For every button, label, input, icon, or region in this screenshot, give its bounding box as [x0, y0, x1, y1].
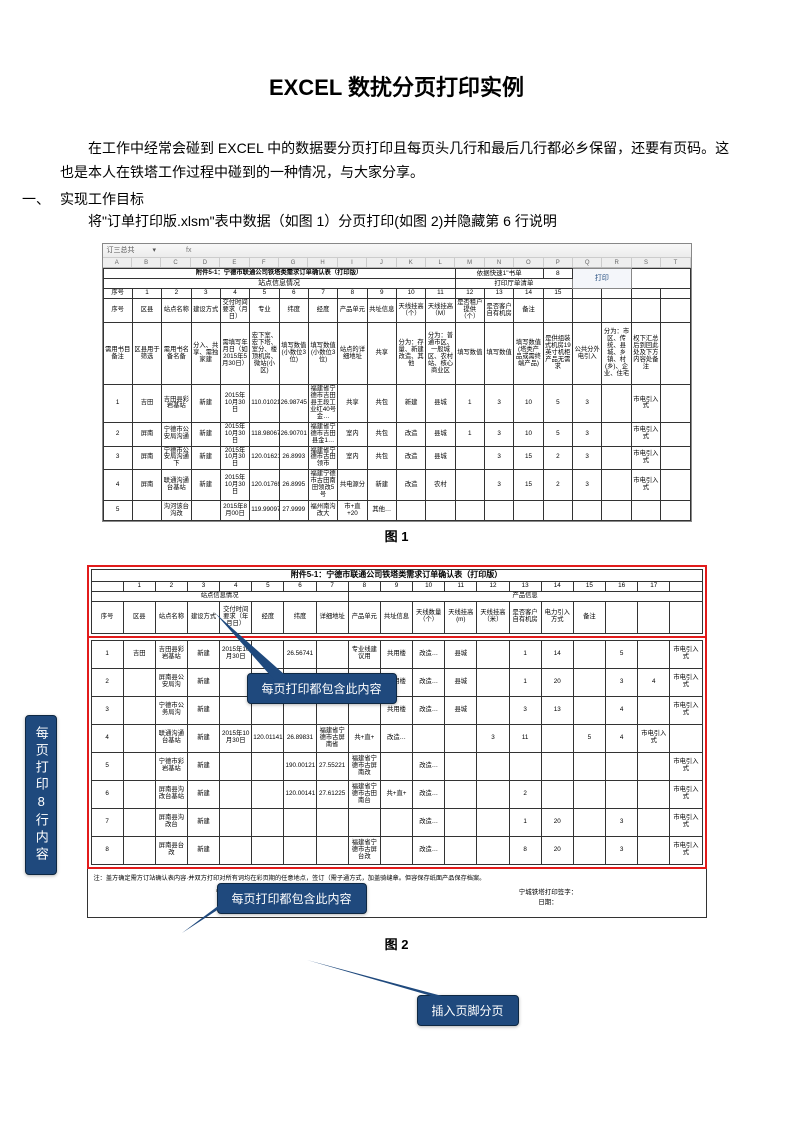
- callout-footer-repeat: 每页打印都包含此内容: [217, 883, 367, 914]
- callout-left: 每页打印8行内容: [25, 715, 57, 875]
- fig2-body-redbox: 1吉田吉田县彩岩基站新建2015年10月30日26.56741专业线建议用共用楼…: [87, 636, 707, 869]
- callout-insert-footer: 插入页脚分页: [417, 995, 519, 1026]
- section-label: 实现工作目标: [60, 189, 144, 209]
- fig2-caption: 图 2: [60, 934, 733, 953]
- doc-title: EXCEL 数扰分页打印实例: [60, 70, 733, 102]
- excel-formula-bar: 订三总共 ▾ fx: [103, 244, 691, 258]
- intro-paragraph: 在工作中经常会碰到 EXCEL 中的数据要分页打印且每页头几行和最后几行都必乡保…: [60, 137, 733, 185]
- fig1-table: 附件5-1：宁德市联通公司铁塔类需求订单确认表（打印版） 依据快速1"书单 8 …: [103, 268, 691, 521]
- section-body: 将"订单打印版.xlsm"表中数据（如图 1）分页打印(如图 2)并隐藏第 6 …: [60, 211, 733, 231]
- fig2-header-redbox: 附件5-1：宁德市联通公司铁塔类需求订单确认表（打印版） 12345678910…: [87, 565, 707, 638]
- fig2-footer: 注：盖方确定需方订站确认表内容·并双方打印对所有词均在彩页期的任意地点，签订（需…: [87, 869, 707, 918]
- excel-column-letters: ABCDEFGHIJKLMNOPQRST: [103, 258, 691, 268]
- figure-1: 订三总共 ▾ fx ABCDEFGHIJKLMNOPQRST 附件5-1：宁德市…: [60, 243, 733, 545]
- callout-header-repeat: 每页打印都包含此内容: [247, 673, 397, 704]
- fig1-caption: 图 1: [60, 526, 733, 545]
- figure-2: 附件5-1：宁德市联通公司铁塔类需求订单确认表（打印版） 12345678910…: [60, 565, 733, 953]
- section-number: 一、: [12, 189, 60, 209]
